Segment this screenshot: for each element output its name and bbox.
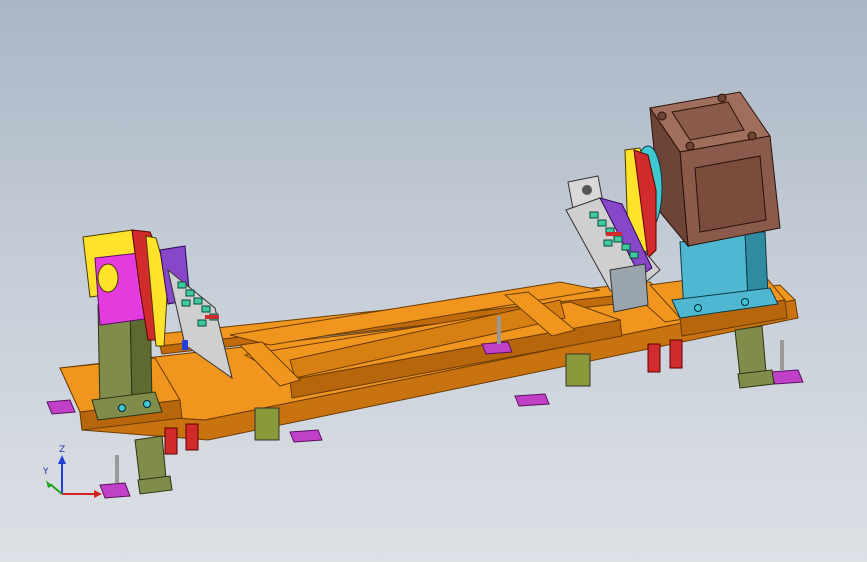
foot-pad xyxy=(99,482,131,499)
bolt xyxy=(118,404,126,412)
y-axis-label: Y xyxy=(42,467,49,477)
right-gripper-red-bar xyxy=(606,232,622,236)
red-block xyxy=(647,343,661,373)
axis-triad: Z Y xyxy=(42,445,102,498)
foot-pad xyxy=(46,399,76,415)
olive-plate xyxy=(254,407,280,441)
tailstock-bore xyxy=(97,263,119,293)
mounting-bracket xyxy=(134,435,167,483)
z-axis-arrowhead xyxy=(58,455,66,464)
holder-hole xyxy=(582,185,592,195)
bolt xyxy=(694,304,702,312)
mounting-bracket xyxy=(734,325,767,377)
z-axis-label: Z xyxy=(59,445,65,455)
assembly-drawing: Z Y xyxy=(42,91,804,499)
gearbox-bolt xyxy=(685,141,695,151)
leveling-screw xyxy=(780,340,784,370)
red-block xyxy=(164,427,178,455)
x-axis-arrowhead xyxy=(94,490,102,498)
gearbox-bolt xyxy=(717,93,727,103)
gripper-red-bar xyxy=(205,315,219,319)
gearbox-bolt xyxy=(657,111,667,121)
y-axis-arrow xyxy=(49,483,63,495)
red-block xyxy=(669,339,683,369)
gearbox-bolt xyxy=(747,131,757,141)
bolt xyxy=(741,298,749,306)
bolt xyxy=(143,400,151,408)
gripper-blue-pin xyxy=(182,340,188,350)
leveling-screw xyxy=(497,316,501,344)
foot-pad xyxy=(514,393,550,407)
leveling-screw xyxy=(115,455,119,483)
olive-plate xyxy=(565,353,591,387)
foot-pad xyxy=(769,369,804,385)
right-gripper-support xyxy=(609,263,649,313)
red-block xyxy=(185,423,199,451)
cad-viewport[interactable]: Z Y xyxy=(0,0,867,562)
foot-pad xyxy=(289,429,323,443)
gearbox-front-panel xyxy=(694,155,767,233)
